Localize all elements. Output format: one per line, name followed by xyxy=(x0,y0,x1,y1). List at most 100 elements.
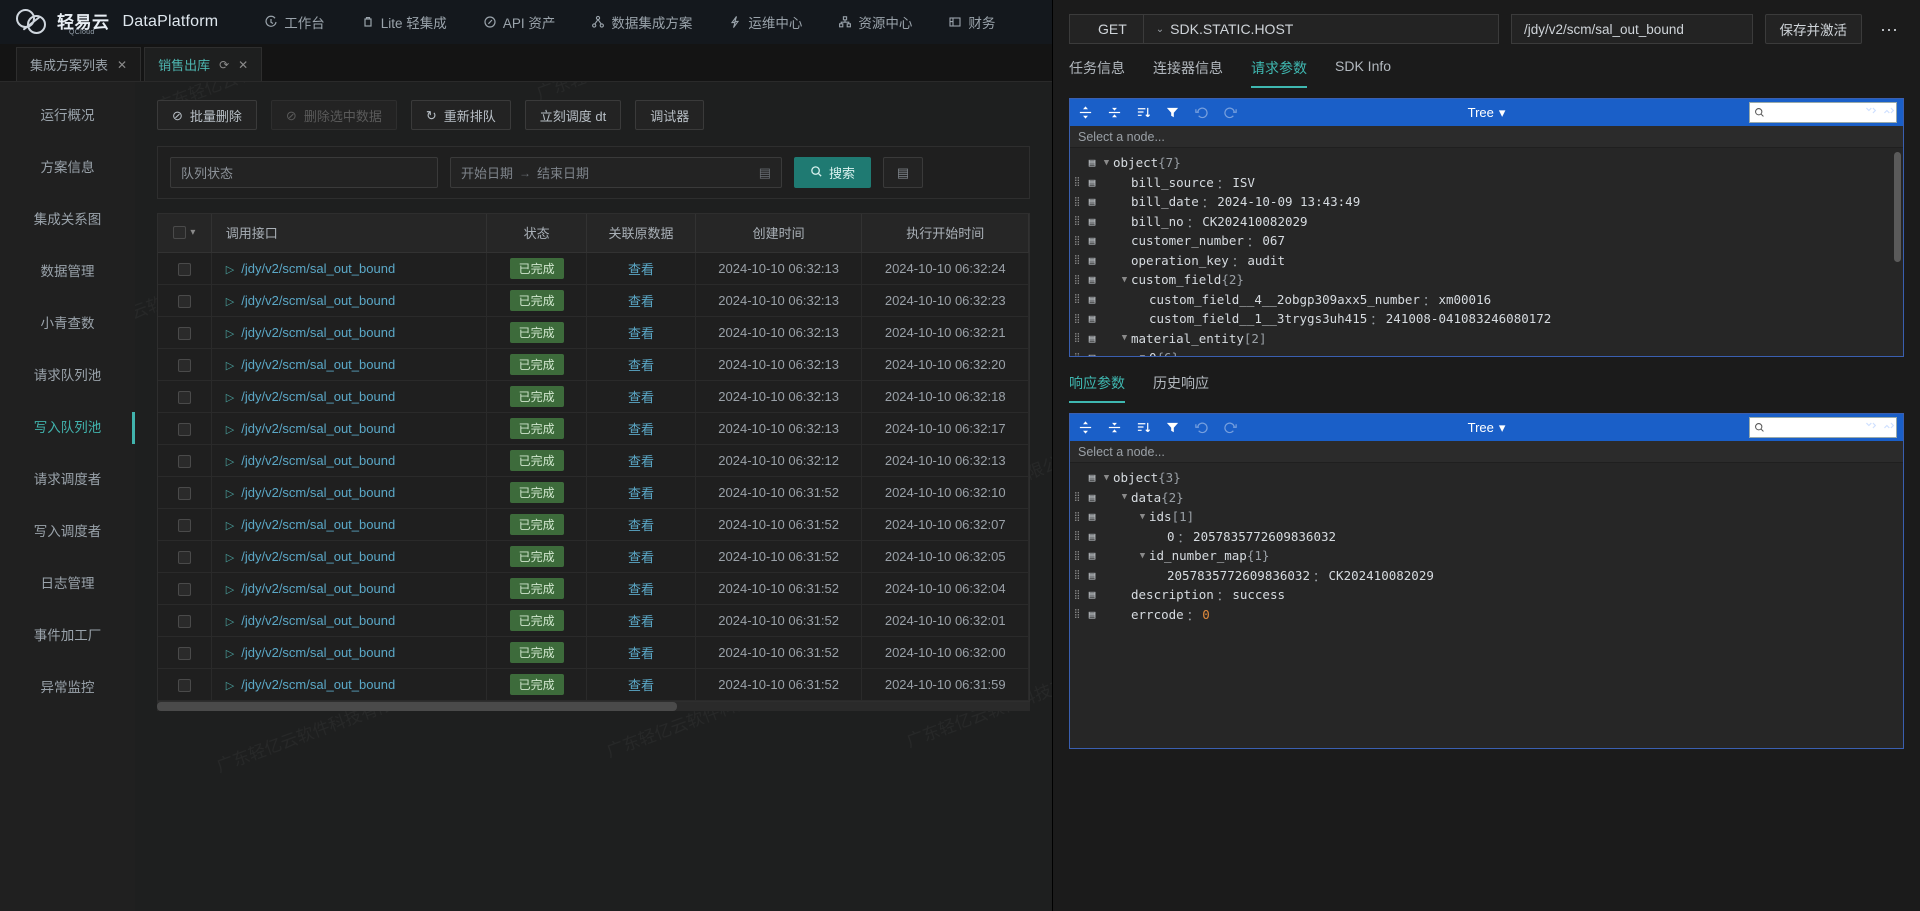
row-api-cell[interactable]: ▷ /jdy/v2/scm/sal_out_bound xyxy=(211,252,488,285)
json-tree-row[interactable]: ⣿ ▤ bill_date： 2024-10-09 13:43:49 xyxy=(1070,192,1903,212)
table-row[interactable]: ▷ /jdy/v2/scm/sal_out_bound 已完成 查看 2024-10-1… xyxy=(158,380,1029,413)
request-tree-scrollbar[interactable] xyxy=(1894,152,1901,262)
row-related-cell[interactable]: 查看 xyxy=(586,668,696,701)
row-related-cell[interactable]: 查看 xyxy=(586,252,696,285)
sidebar-item-query[interactable]: 小青查数 xyxy=(0,308,135,340)
row-checkbox[interactable] xyxy=(177,358,191,372)
row-select-cell[interactable] xyxy=(158,316,212,349)
nav-item-finance[interactable]: 财务 xyxy=(930,12,1013,32)
drag-handle-icon[interactable]: ⣿ xyxy=(1070,512,1084,522)
view-link[interactable]: 查看 xyxy=(628,646,654,661)
json-value[interactable]: audit xyxy=(1247,253,1285,268)
play-icon[interactable]: ▷ xyxy=(226,488,234,500)
view-link[interactable]: 查看 xyxy=(628,454,654,469)
play-icon[interactable]: ▷ xyxy=(226,680,234,692)
row-checkbox[interactable] xyxy=(177,678,191,692)
play-icon[interactable]: ▷ xyxy=(226,392,234,404)
view-link[interactable]: 查看 xyxy=(628,294,654,309)
table-row[interactable]: ▷ /jdy/v2/scm/sal_out_bound 已完成 查看 2024-10-1… xyxy=(158,284,1029,317)
scrollbar-thumb[interactable] xyxy=(157,701,677,711)
row-select-cell[interactable] xyxy=(158,572,212,605)
json-tree-row[interactable]: ▤ ▼ object {3} xyxy=(1070,468,1903,488)
json-value[interactable]: 0 xyxy=(1202,607,1210,622)
table-row[interactable]: ▷ /jdy/v2/scm/sal_out_bound 已完成 查看 2024-10-1… xyxy=(158,444,1029,477)
tab-sdk-info[interactable]: SDK Info xyxy=(1335,58,1391,88)
row-related-cell[interactable]: 查看 xyxy=(586,604,696,637)
sort-icon[interactable] xyxy=(1136,105,1151,120)
node-menu-icon[interactable]: ▤ xyxy=(1084,195,1100,208)
sidebar-item-event-factory[interactable]: 事件加工厂 xyxy=(0,620,135,652)
node-menu-icon[interactable]: ▤ xyxy=(1084,351,1100,356)
sidebar-item-plan-info[interactable]: 方案信息 xyxy=(0,152,135,184)
response-editor-mode-selector[interactable]: Tree ▾ xyxy=(1468,420,1506,436)
column-header-api[interactable]: 调用接口 xyxy=(211,214,488,253)
play-icon[interactable]: ▷ xyxy=(226,360,234,372)
json-tree-row[interactable]: ⣿ ▤ custom_field__1__3trygs3uh415： 241008-0… xyxy=(1070,309,1903,329)
delete-selected-button[interactable]: ⊘ 删除选中数据 xyxy=(270,100,397,130)
json-value[interactable]: CK202410082029 xyxy=(1329,568,1434,583)
json-tree-row[interactable]: ⣿ ▤ operation_key： audit xyxy=(1070,251,1903,271)
table-row[interactable]: ▷ /jdy/v2/scm/sal_out_bound 已完成 查看 2024-10-1… xyxy=(158,540,1029,573)
row-related-cell[interactable]: 查看 xyxy=(586,380,696,413)
table-row[interactable]: ▷ /jdy/v2/scm/sal_out_bound 已完成 查看 2024-10-1… xyxy=(158,636,1029,669)
request-path-input[interactable]: /jdy/v2/scm/sal_out_bound xyxy=(1511,14,1753,44)
play-icon[interactable]: ▷ xyxy=(226,328,234,340)
json-tree-row[interactable]: ⣿ ▤ bill_no： CK202410082029 xyxy=(1070,212,1903,232)
row-api-cell[interactable]: ▷ /jdy/v2/scm/sal_out_bound xyxy=(211,604,488,637)
sidebar-item-data-management[interactable]: 数据管理 xyxy=(0,256,135,288)
row-checkbox[interactable] xyxy=(177,422,191,436)
play-icon[interactable]: ▷ xyxy=(226,520,234,532)
drag-handle-icon[interactable]: ⣿ xyxy=(1070,609,1084,619)
redo-icon[interactable] xyxy=(1223,420,1238,435)
search-nav-icons[interactable] xyxy=(1864,419,1895,432)
play-icon[interactable]: ▷ xyxy=(226,424,234,436)
save-and-activate-button[interactable]: 保存并激活 xyxy=(1764,14,1863,44)
node-menu-icon[interactable]: ▤ xyxy=(1084,176,1100,189)
row-api-cell[interactable]: ▷ /jdy/v2/scm/sal_out_bound xyxy=(211,444,488,477)
more-options-icon[interactable]: ··· xyxy=(1874,19,1904,40)
row-related-cell[interactable]: 查看 xyxy=(586,316,696,349)
nav-item-workbench[interactable]: 工作台 xyxy=(246,12,343,32)
json-tree-row[interactable]: ⣿ ▤ ▼ custom_field {2} xyxy=(1070,270,1903,290)
row-related-cell[interactable]: 查看 xyxy=(586,540,696,573)
tab-request-params[interactable]: 请求参数 xyxy=(1251,58,1307,88)
play-icon[interactable]: ▷ xyxy=(226,584,234,596)
play-icon[interactable]: ▷ xyxy=(226,264,234,276)
nav-item-resource-center[interactable]: 资源中心 xyxy=(820,12,930,32)
json-value[interactable]: 2024-10-09 13:43:49 xyxy=(1217,194,1360,209)
sidebar-item-write-scheduler[interactable]: 写入调度者 xyxy=(0,516,135,548)
row-checkbox[interactable] xyxy=(177,326,191,340)
node-menu-icon[interactable]: ▤ xyxy=(1084,491,1100,504)
queue-status-select[interactable]: 队列状态 xyxy=(170,157,438,188)
caret-down-icon[interactable]: ▼ xyxy=(1118,333,1131,343)
json-tree-row[interactable]: ⣿ ▤ ▼ data {2} xyxy=(1070,488,1903,508)
json-value[interactable]: 241008-041083246080172 xyxy=(1386,311,1552,326)
row-select-cell[interactable] xyxy=(158,540,212,573)
view-link[interactable]: 查看 xyxy=(628,390,654,405)
select-all-checkbox[interactable] xyxy=(173,226,187,240)
caret-down-icon[interactable]: ▼ xyxy=(1118,492,1131,502)
json-tree-row[interactable]: ⣿ ▤ ▼ id_number_map {1} xyxy=(1070,546,1903,566)
row-related-cell[interactable]: 查看 xyxy=(586,476,696,509)
row-select-cell[interactable] xyxy=(158,284,212,317)
sidebar-item-request-scheduler[interactable]: 请求调度者 xyxy=(0,464,135,496)
column-header-started[interactable]: 执行开始时间 xyxy=(861,214,1029,253)
view-link[interactable]: 查看 xyxy=(628,422,654,437)
caret-down-icon[interactable]: ▼ xyxy=(1100,473,1113,483)
node-menu-icon[interactable]: ▤ xyxy=(1084,530,1100,543)
drag-handle-icon[interactable]: ⣿ xyxy=(1070,492,1084,502)
expand-all-icon[interactable] xyxy=(1078,105,1093,120)
node-menu-icon[interactable]: ▤ xyxy=(1084,569,1100,582)
row-checkbox[interactable] xyxy=(177,646,191,660)
filter-icon[interactable] xyxy=(1165,105,1180,120)
row-select-cell[interactable] xyxy=(158,444,212,477)
row-select-cell[interactable] xyxy=(158,380,212,413)
drag-handle-icon[interactable]: ⣿ xyxy=(1070,275,1084,285)
sidebar-item-request-queue-pool[interactable]: 请求队列池 xyxy=(0,360,135,392)
sidebar-item-log-management[interactable]: 日志管理 xyxy=(0,568,135,600)
row-related-cell[interactable]: 查看 xyxy=(586,636,696,669)
node-menu-icon[interactable]: ▤ xyxy=(1084,293,1100,306)
json-tree-row[interactable]: ⣿ ▤ customer_number： 067 xyxy=(1070,231,1903,251)
sidebar-item-overview[interactable]: 运行概况 xyxy=(0,100,135,132)
drag-handle-icon[interactable]: ⣿ xyxy=(1070,333,1084,343)
